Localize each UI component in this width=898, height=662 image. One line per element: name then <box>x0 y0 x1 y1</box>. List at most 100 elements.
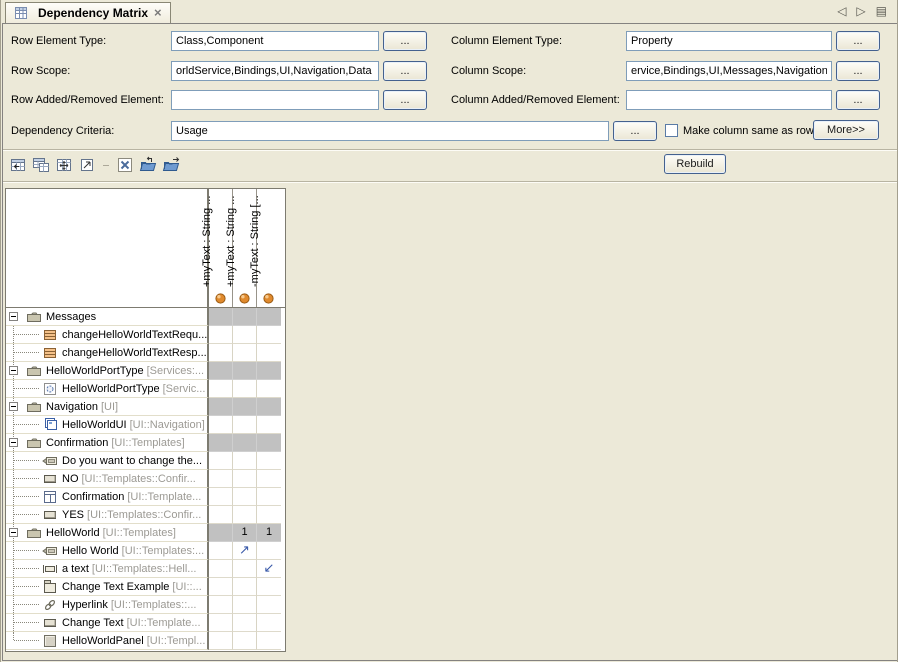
tab-close-icon[interactable]: × <box>153 8 163 18</box>
row-scope-input[interactable] <box>171 61 379 81</box>
matrix-cell[interactable] <box>257 578 281 596</box>
tree-expander-icon[interactable] <box>9 366 18 375</box>
matrix-swap-axes-icon[interactable] <box>116 156 134 174</box>
matrix-cell[interactable]: ↗ <box>233 542 257 560</box>
matrix-row-header[interactable]: Hello World[UI::Templates:... <box>6 542 209 560</box>
scroll-tabs-left-icon[interactable]: ◁ <box>837 4 846 18</box>
more-button[interactable]: More>> <box>813 120 879 140</box>
matrix-cell[interactable] <box>257 398 281 416</box>
matrix-cell[interactable] <box>257 470 281 488</box>
matrix-cell[interactable] <box>257 614 281 632</box>
matrix-cell[interactable] <box>233 362 257 380</box>
matrix-template-icon[interactable] <box>32 156 50 174</box>
matrix-row-header[interactable]: HelloWorldUI[UI::Navigation] <box>6 416 209 434</box>
matrix-row-header[interactable]: a text[UI::Templates::Hell... <box>6 560 209 578</box>
matrix-cell[interactable] <box>257 308 281 326</box>
tree-expander-icon[interactable] <box>9 438 18 447</box>
matrix-cell[interactable] <box>209 362 233 380</box>
column-element-type-browse-button[interactable]: ... <box>836 31 880 51</box>
matrix-cell[interactable]: ↙ <box>257 560 281 578</box>
matrix-cell[interactable] <box>233 614 257 632</box>
matrix-cell[interactable] <box>209 614 233 632</box>
matrix-cell[interactable] <box>209 524 233 542</box>
matrix-cell[interactable] <box>257 362 281 380</box>
matrix-cell[interactable] <box>209 560 233 578</box>
matrix-row-header[interactable]: Navigation[UI] <box>6 398 209 416</box>
row-scope-browse-button[interactable]: ... <box>383 61 427 81</box>
matrix-cell[interactable] <box>209 542 233 560</box>
matrix-cell[interactable] <box>209 344 233 362</box>
matrix-cell[interactable] <box>257 506 281 524</box>
matrix-cell[interactable] <box>209 326 233 344</box>
row-element-type-input[interactable] <box>171 31 379 51</box>
matrix-cell[interactable] <box>209 380 233 398</box>
matrix-cell[interactable] <box>233 326 257 344</box>
matrix-cell[interactable] <box>257 434 281 452</box>
tree-expander-icon[interactable] <box>9 312 18 321</box>
matrix-cell[interactable] <box>233 578 257 596</box>
row-added-removed-browse-button[interactable]: ... <box>383 90 427 110</box>
make-column-same-as-row-checkbox[interactable] <box>665 124 678 137</box>
matrix-cell[interactable] <box>257 452 281 470</box>
matrix-cell[interactable] <box>233 416 257 434</box>
matrix-cell[interactable] <box>233 398 257 416</box>
matrix-row-header[interactable]: HelloWorldPanel[UI::Templ... <box>6 632 209 650</box>
matrix-cell[interactable] <box>233 344 257 362</box>
matrix-cell[interactable] <box>209 506 233 524</box>
matrix-row-header[interactable]: changeHelloWorldTextResp... <box>6 344 209 362</box>
matrix-cell[interactable] <box>209 308 233 326</box>
matrix-cell[interactable]: 1 <box>233 524 257 542</box>
dependency-criteria-browse-button[interactable]: ... <box>613 121 657 141</box>
matrix-cell[interactable] <box>233 506 257 524</box>
matrix-cell[interactable] <box>257 488 281 506</box>
column-element-type-input[interactable] <box>626 31 832 51</box>
matrix-cell[interactable] <box>233 452 257 470</box>
matrix-cell[interactable] <box>233 596 257 614</box>
matrix-row-header[interactable]: Confirmation[UI::Templates] <box>6 434 209 452</box>
tree-expander-icon[interactable] <box>9 528 18 537</box>
matrix-row-header[interactable]: HelloWorld[UI::Templates] <box>6 524 209 542</box>
matrix-cell[interactable] <box>257 380 281 398</box>
tree-expander-icon[interactable] <box>9 402 18 411</box>
tab-list-icon[interactable]: ▤ <box>876 4 887 18</box>
matrix-cell[interactable] <box>209 488 233 506</box>
matrix-row-header[interactable]: HelloWorldPortType[Servic... <box>6 380 209 398</box>
tab-dependency-matrix[interactable]: Dependency Matrix × <box>5 2 171 23</box>
matrix-export-icon[interactable] <box>162 156 180 174</box>
dependency-criteria-input[interactable] <box>171 121 609 141</box>
matrix-row-header[interactable]: NO[UI::Templates::Confir... <box>6 470 209 488</box>
matrix-fit-columns-icon[interactable] <box>55 156 73 174</box>
matrix-column-header[interactable]: -myText : String [... <box>257 189 281 307</box>
matrix-cell[interactable] <box>233 380 257 398</box>
matrix-row-header[interactable]: Do you want to change the... <box>6 452 209 470</box>
matrix-cell[interactable] <box>257 344 281 362</box>
column-added-removed-browse-button[interactable]: ... <box>836 90 880 110</box>
matrix-import-icon[interactable] <box>139 156 157 174</box>
matrix-cell[interactable] <box>233 434 257 452</box>
matrix-cell[interactable] <box>233 632 257 650</box>
row-element-type-browse-button[interactable]: ... <box>383 31 427 51</box>
matrix-row-header[interactable]: YES[UI::Templates::Confir... <box>6 506 209 524</box>
matrix-cell[interactable] <box>257 632 281 650</box>
matrix-cell[interactable] <box>209 632 233 650</box>
matrix-row-header[interactable]: Change Text[UI::Template... <box>6 614 209 632</box>
matrix-row-header[interactable]: changeHelloWorldTextRequ... <box>6 326 209 344</box>
matrix-cell[interactable] <box>257 542 281 560</box>
matrix-fit-selection-icon[interactable] <box>78 156 96 174</box>
matrix-cell[interactable] <box>233 308 257 326</box>
matrix-cell[interactable] <box>209 398 233 416</box>
matrix-cell[interactable] <box>209 596 233 614</box>
matrix-cell[interactable] <box>257 326 281 344</box>
matrix-cell[interactable] <box>209 452 233 470</box>
matrix-row-header[interactable]: Messages <box>6 308 209 326</box>
matrix-cell[interactable] <box>209 470 233 488</box>
matrix-cell[interactable] <box>209 434 233 452</box>
row-added-removed-input[interactable] <box>171 90 379 110</box>
scroll-tabs-right-icon[interactable]: ▷ <box>856 4 865 18</box>
matrix-cell[interactable] <box>209 416 233 434</box>
rebuild-button[interactable]: Rebuild <box>664 154 726 174</box>
matrix-cell[interactable] <box>233 560 257 578</box>
matrix-cell[interactable] <box>257 596 281 614</box>
matrix-row-header[interactable]: HelloWorldPortType[Services:... <box>6 362 209 380</box>
matrix-cell[interactable] <box>233 470 257 488</box>
